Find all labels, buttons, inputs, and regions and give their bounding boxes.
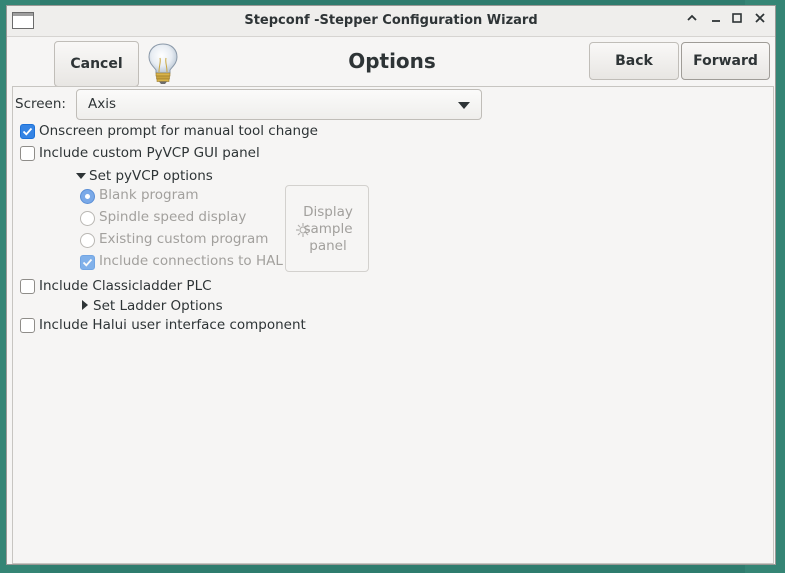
existing-program-label[interactable]: Existing custom program <box>99 231 268 247</box>
pyvcp-options-expander[interactable]: Set pyVCP options <box>89 168 213 184</box>
onscreen-prompt-checkbox[interactable] <box>20 124 35 139</box>
lightbulb-icon <box>146 42 180 86</box>
expander-open-icon[interactable] <box>76 173 86 179</box>
spindle-speed-radio[interactable] <box>80 211 95 226</box>
hal-connections-label[interactable]: Include connections to HAL <box>99 253 283 269</box>
onscreen-prompt-label[interactable]: Onscreen prompt for manual tool change <box>39 123 318 139</box>
page-title: Options <box>348 49 436 73</box>
display-sample-line1: Display <box>303 204 353 220</box>
minimize-bar-icon[interactable] <box>707 11 725 29</box>
minimize-icon[interactable] <box>683 11 701 29</box>
halui-checkbox[interactable] <box>20 318 35 333</box>
display-sample-line2: sample <box>303 221 353 237</box>
custom-pyvcp-checkbox[interactable] <box>20 146 35 161</box>
existing-program-radio[interactable] <box>80 233 95 248</box>
expander-closed-icon[interactable] <box>82 300 88 310</box>
halui-label[interactable]: Include Halui user interface component <box>39 317 306 333</box>
screen-value: Axis <box>88 96 117 112</box>
window-title: Stepconf -Stepper Configuration Wizard <box>244 13 538 28</box>
screen-label: Screen: <box>15 96 66 112</box>
hal-connections-checkbox[interactable] <box>80 255 95 270</box>
display-sample-line3: panel <box>309 238 347 254</box>
wizard-header: Cancel Options Back Forward <box>7 37 775 87</box>
ladder-options-expander[interactable]: Set Ladder Options <box>93 298 223 314</box>
blank-program-radio[interactable] <box>80 189 95 204</box>
maximize-icon[interactable] <box>728 11 746 29</box>
title-bar[interactable]: Stepconf -Stepper Configuration Wizard <box>7 6 775 37</box>
wizard-window: Stepconf -Stepper Configuration Wizard C… <box>6 5 776 565</box>
close-icon[interactable] <box>751 11 769 29</box>
forward-button[interactable]: Forward <box>681 42 770 80</box>
screen-dropdown[interactable]: Axis <box>76 89 482 120</box>
back-button[interactable]: Back <box>589 42 679 80</box>
blank-program-label[interactable]: Blank program <box>99 187 199 203</box>
custom-pyvcp-label[interactable]: Include custom PyVCP GUI panel <box>39 145 260 161</box>
classicladder-checkbox[interactable] <box>20 279 35 294</box>
spindle-speed-label[interactable]: Spindle speed display <box>99 209 246 225</box>
chevron-down-icon <box>458 102 470 109</box>
options-panel: Screen: Axis Onscreen prompt for manual … <box>12 86 774 564</box>
cancel-button[interactable]: Cancel <box>54 41 139 87</box>
display-sample-panel-button[interactable]: Display sample panel <box>285 185 369 272</box>
classicladder-label[interactable]: Include Classicladder PLC <box>39 278 212 294</box>
